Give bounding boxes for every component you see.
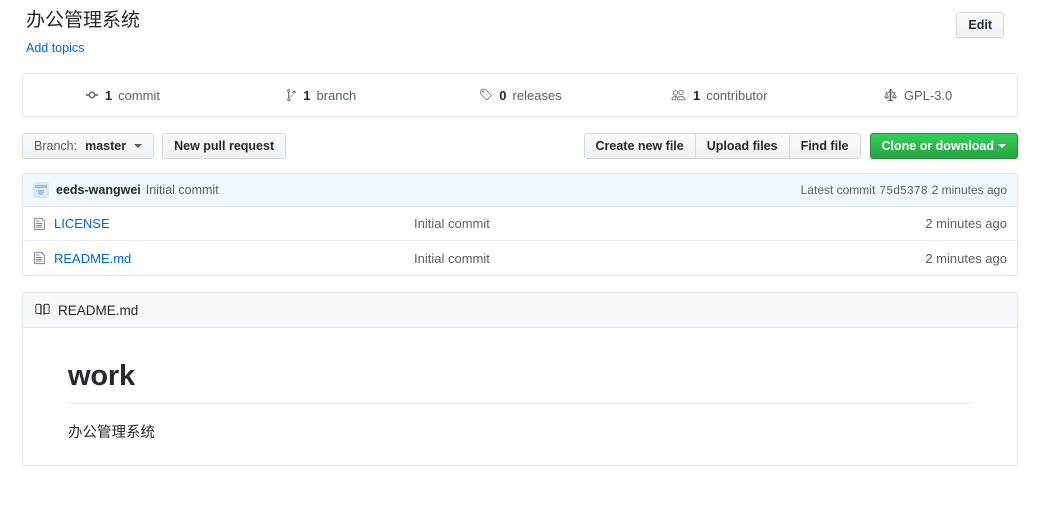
latest-commit-meta: Latest commit 75d5378 2 minutes ago xyxy=(801,183,1007,198)
file-action-button-group: Create new file Upload files Find file xyxy=(584,133,861,159)
chevron-down-icon xyxy=(134,144,142,148)
stat-releases-count: 0 xyxy=(499,88,506,103)
clone-or-download-button[interactable]: Clone or download xyxy=(870,133,1019,159)
readme-heading: work xyxy=(68,358,972,404)
clone-or-download-label: Clone or download xyxy=(882,139,995,153)
stat-contributors[interactable]: 1 contributor xyxy=(619,74,818,116)
repo-stats-bar: 1 commit 1 branch 0 releases 1 contribut… xyxy=(22,73,1018,117)
chevron-down-icon xyxy=(998,144,1006,148)
file-icon xyxy=(33,251,46,265)
people-icon xyxy=(670,88,687,102)
toolbar-left-group: Branch: master New pull request xyxy=(22,133,286,159)
book-icon xyxy=(35,303,50,317)
stat-commits-count: 1 xyxy=(105,88,112,103)
latest-commit-row: eeds-wangwei Initial commit Latest commi… xyxy=(23,174,1017,207)
commit-icon xyxy=(85,88,99,102)
commit-author-link[interactable]: eeds-wangwei xyxy=(56,183,141,197)
table-row[interactable]: LICENSE Initial commit 2 minutes ago xyxy=(23,207,1017,241)
readme-paragraph: 办公管理系统 xyxy=(68,422,972,445)
repo-action-toolbar: Branch: master New pull request Create n… xyxy=(22,133,1018,159)
file-name-link[interactable]: LICENSE xyxy=(54,216,414,231)
stat-license-label: GPL-3.0 xyxy=(904,88,952,103)
file-commit-time: 2 minutes ago xyxy=(925,216,1007,231)
branch-selector-button[interactable]: Branch: master xyxy=(22,133,154,159)
page-title: 办公管理系统 xyxy=(26,8,140,34)
file-table: eeds-wangwei Initial commit Latest commi… xyxy=(22,173,1018,276)
branch-name-label: master xyxy=(85,140,126,153)
avatar xyxy=(33,182,49,198)
stat-contributors-count: 1 xyxy=(693,88,700,103)
upload-files-button[interactable]: Upload files xyxy=(695,133,789,159)
file-icon xyxy=(33,217,46,231)
commit-sha-link[interactable]: 75d5378 xyxy=(879,185,927,198)
create-new-file-button[interactable]: Create new file xyxy=(584,133,695,159)
commit-message-link[interactable]: Initial commit xyxy=(146,183,219,197)
readme-title: README.md xyxy=(58,303,138,318)
stat-releases-label: releases xyxy=(513,88,562,103)
file-name-link[interactable]: README.md xyxy=(54,251,414,266)
file-commit-time: 2 minutes ago xyxy=(925,251,1007,266)
readme-box: README.md work 办公管理系统 xyxy=(22,292,1018,466)
stat-releases[interactable]: 0 releases xyxy=(421,74,620,116)
commit-time: 2 minutes ago xyxy=(932,183,1007,197)
add-topics-link[interactable]: Add topics xyxy=(26,41,84,55)
readme-header: README.md xyxy=(23,293,1017,328)
find-file-button[interactable]: Find file xyxy=(789,133,861,159)
stat-branches-count: 1 xyxy=(303,88,310,103)
repository-page: 办公管理系统 Add topics Edit 1 commit 1 branch… xyxy=(0,0,1040,514)
new-pull-request-button[interactable]: New pull request xyxy=(162,133,286,159)
file-commit-message[interactable]: Initial commit xyxy=(414,216,925,231)
stat-commits-label: commit xyxy=(118,88,160,103)
stat-branches[interactable]: 1 branch xyxy=(222,74,421,116)
latest-commit-label: Latest commit xyxy=(801,183,876,197)
stat-commits[interactable]: 1 commit xyxy=(23,74,222,116)
tag-icon xyxy=(478,88,493,102)
stat-branches-label: branch xyxy=(316,88,356,103)
table-row[interactable]: README.md Initial commit 2 minutes ago xyxy=(23,241,1017,275)
repo-title-block: 办公管理系统 Add topics xyxy=(22,8,140,55)
edit-button[interactable]: Edit xyxy=(956,12,1004,38)
repo-header: 办公管理系统 Add topics Edit xyxy=(22,0,1018,55)
stat-license[interactable]: GPL-3.0 xyxy=(818,74,1017,116)
readme-content: work 办公管理系统 xyxy=(23,328,1017,465)
law-icon xyxy=(883,88,898,102)
branch-prefix-label: Branch: xyxy=(34,140,77,153)
file-commit-message[interactable]: Initial commit xyxy=(414,251,925,266)
stat-contributors-label: contributor xyxy=(706,88,767,103)
toolbar-right-group: Create new file Upload files Find file C… xyxy=(584,133,1019,159)
branch-icon xyxy=(286,88,297,102)
